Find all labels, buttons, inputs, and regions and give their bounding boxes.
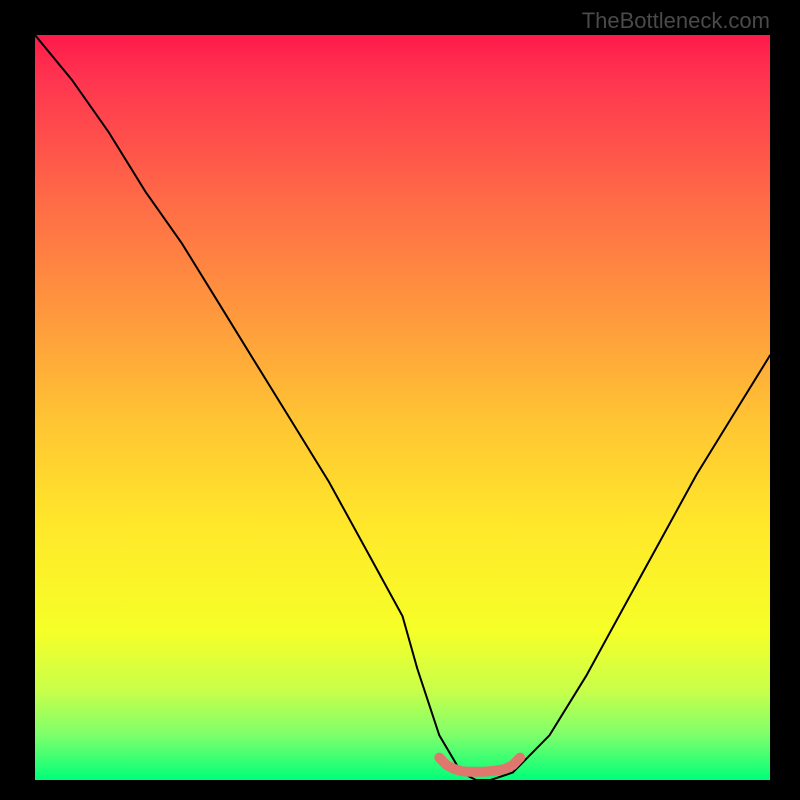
watermark-text: TheBottleneck.com xyxy=(582,8,770,34)
chart-canvas: TheBottleneck.com xyxy=(0,0,800,800)
plot-area xyxy=(35,35,770,780)
gradient-background xyxy=(35,35,770,780)
